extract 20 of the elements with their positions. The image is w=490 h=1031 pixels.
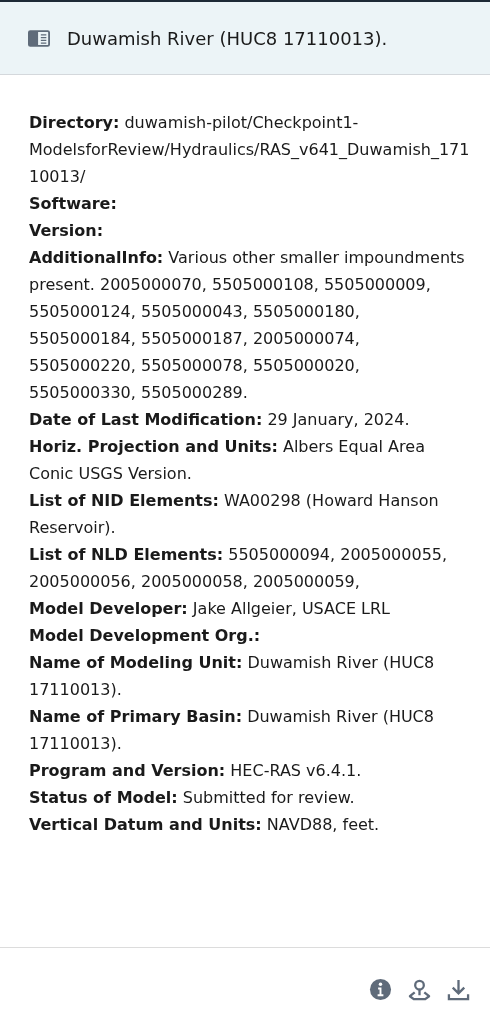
- field-line: Name of Primary Basin: Duwamish River (HUC8 17110013).: [29, 706, 435, 755]
- field-line: Model Development Org.:: [29, 625, 262, 647]
- map-pin-icon[interactable]: [408, 978, 431, 1001]
- field-line: Version:: [29, 220, 105, 242]
- field-line: Software:: [29, 193, 118, 215]
- field-line: List of NID Elements: WA00298 (Howard Hanson Reservoir).: [29, 490, 440, 539]
- field-line: AdditionalInfo: Various other smaller impoundments present. 2005000070, 5505000108, 5505000009, 5505000124, 5505000043, 5505000180, 5505000184, 5505000187, 2005000074, 5505000220, 5505000078, 5505000020, 5505000330, 5505000289.: [29, 247, 466, 404]
- field-line: Horiz. Projection and Units: Albers Equal Area Conic USGS Version.: [29, 436, 426, 485]
- field-line: Status of Model: Submitted for review.: [29, 787, 356, 809]
- panel-title: Duwamish River (HUC8 17110013).: [67, 27, 388, 49]
- field-line: Vertical Datum and Units: NAVD88, feet.: [29, 814, 381, 836]
- book-icon: [28, 29, 50, 47]
- download-icon[interactable]: [447, 978, 470, 1001]
- info-icon[interactable]: [369, 978, 392, 1001]
- field-line: Program and Version: HEC-RAS v6.4.1.: [29, 760, 363, 782]
- field-line: Model Developer: Jake Allgeier, USACE LRL: [29, 598, 391, 620]
- field-line: Directory: duwamish-pilot/Checkpoint1-ModelsforReview/Hydraulics/RAS_v641_Duwamish_17110013/: [29, 112, 470, 188]
- field-line: Name of Modeling Unit: Duwamish River (HUC8 17110013).: [29, 652, 436, 701]
- field-line: List of NLD Elements: 5505000094, 2005000055, 2005000056, 2005000058, 2005000059,: [29, 544, 449, 593]
- field-line: Date of Last Modification: 29 January, 2024.: [29, 409, 411, 431]
